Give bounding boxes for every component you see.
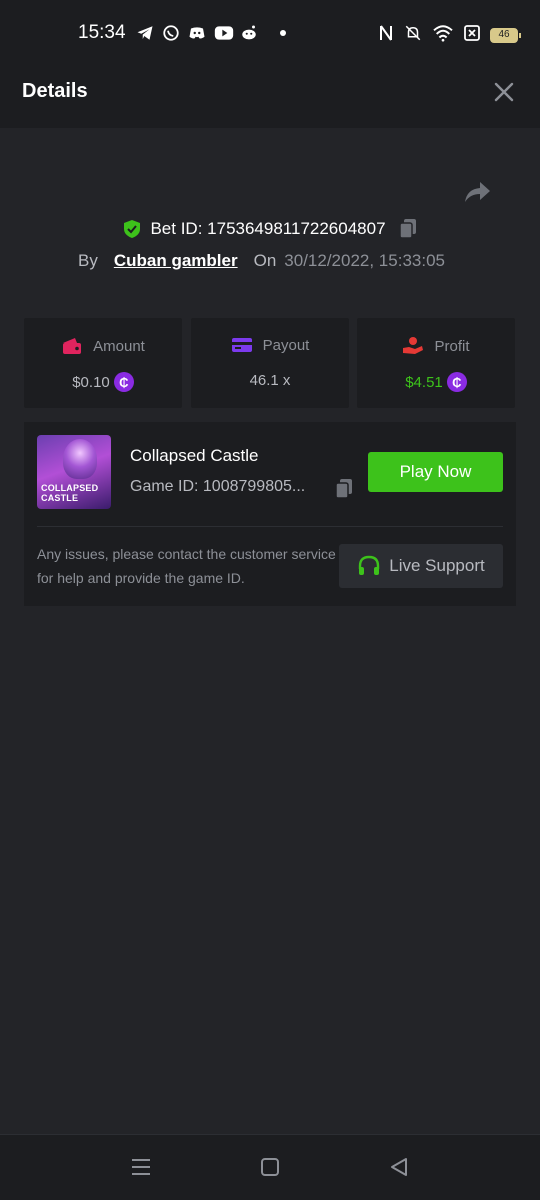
payout-label: Payout — [262, 336, 310, 354]
play-now-button[interactable]: Play Now — [368, 452, 503, 492]
payout-card: Payout 46.1 x — [191, 318, 349, 408]
live-support-button[interactable]: Live Support — [339, 544, 503, 588]
more-notifications-dot — [280, 30, 286, 36]
system-icons: 46 — [378, 24, 521, 47]
wifi-icon — [432, 24, 454, 47]
status-time: 15:34 — [78, 22, 126, 43]
notification-icons — [136, 24, 286, 42]
page-title: Details — [22, 80, 88, 102]
live-support-label: Live Support — [389, 556, 485, 575]
recent-apps-icon[interactable] — [130, 1157, 152, 1177]
close-icon[interactable] — [492, 80, 516, 104]
amount-label: Amount — [93, 337, 145, 355]
verified-shield-icon — [124, 220, 141, 238]
thumb-title-line-2: CASTLE — [41, 493, 79, 503]
game-title: Collapsed Castle — [130, 446, 259, 465]
coin-icon: ₵ — [113, 372, 134, 392]
amount-value: $0.10 — [72, 373, 110, 391]
username-link[interactable]: Cuban gambler — [114, 251, 238, 271]
game-card: COLLAPSED CASTLE Collapsed Castle Game I… — [24, 422, 516, 606]
battery-icon: 46 — [490, 28, 521, 43]
amount-card: Amount $0.10 ₵ — [24, 318, 182, 408]
profit-label: Profit — [434, 337, 470, 355]
game-art-figure — [63, 439, 97, 479]
copy-game-id-icon[interactable] — [334, 478, 354, 500]
details-header: Details — [0, 56, 540, 128]
divider — [37, 526, 503, 527]
coin-icon: ₵ — [446, 372, 467, 392]
wallet-icon — [63, 338, 82, 354]
game-id: Game ID: 1008799805... — [130, 478, 306, 495]
reddit-icon — [240, 24, 258, 42]
status-bar: 15:34 46 — [0, 0, 540, 56]
share-icon[interactable] — [462, 178, 492, 206]
telegram-icon — [136, 24, 154, 42]
profit-card: Profit $4.51 ₵ — [357, 318, 515, 408]
bet-meta-row: By Cuban gambler On 30/12/2022, 15:33:05 — [78, 248, 445, 274]
back-icon[interactable] — [388, 1156, 410, 1178]
thumb-title-line-1: COLLAPSED — [41, 483, 99, 493]
copy-bet-id-icon[interactable] — [398, 218, 418, 240]
nfc-icon — [378, 24, 394, 47]
bet-date: 30/12/2022, 15:33:05 — [284, 251, 445, 270]
game-thumbnail[interactable]: COLLAPSED CASTLE — [37, 435, 111, 509]
discord-icon — [188, 24, 206, 42]
support-hint-text: Any issues, please contact the customer … — [37, 546, 336, 586]
profit-value: $4.51 — [405, 373, 443, 391]
whatsapp-icon — [162, 24, 180, 42]
mute-icon — [404, 24, 422, 47]
hand-coin-icon — [403, 337, 424, 354]
bet-id: Bet ID: 1753649811722604807 — [150, 219, 386, 238]
system-nav-bar — [0, 1134, 540, 1200]
no-sim-icon — [464, 25, 480, 46]
payout-value: 46.1 x — [249, 372, 291, 389]
card-icon — [231, 338, 252, 352]
youtube-icon — [214, 24, 234, 42]
home-icon[interactable] — [260, 1157, 280, 1177]
bet-id-row: Bet ID: 1753649811722604807 — [0, 214, 540, 244]
on-label: On — [253, 251, 277, 270]
headset-icon — [359, 555, 380, 575]
by-label: By — [78, 251, 98, 270]
